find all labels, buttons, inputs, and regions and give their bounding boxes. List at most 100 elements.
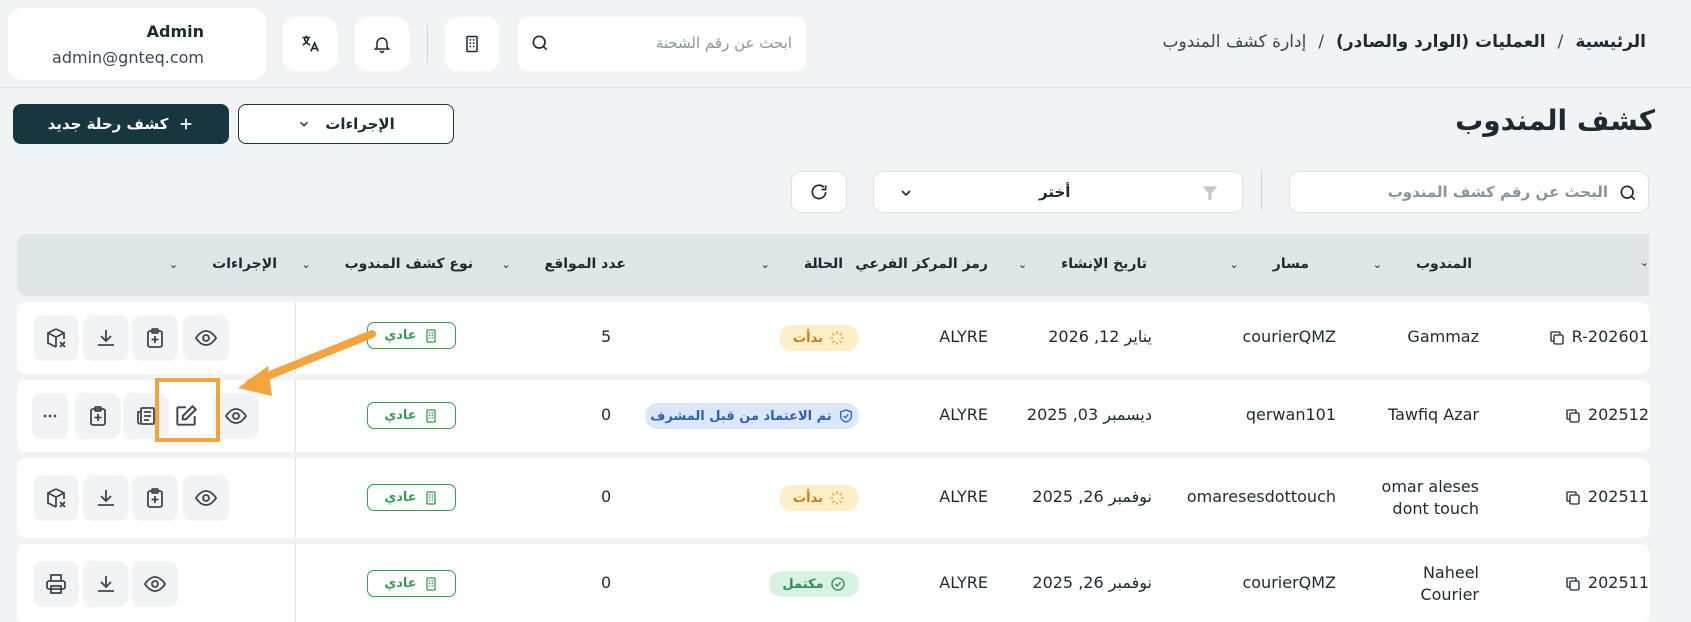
column-header-route[interactable]: مسار ⌄ [1230,256,1309,272]
building-icon [466,35,478,53]
copy-icon[interactable] [1548,329,1566,347]
chevron-down-icon [300,121,309,127]
type-badge: عادي [367,322,456,349]
building-icon [426,328,436,343]
eye-icon [194,490,218,506]
branch-code: ALYRE [939,487,988,506]
shipment-search-input[interactable]: ابحث عن رقم الشحنة [518,17,806,71]
language-button[interactable] [283,17,337,71]
shield-check-icon [839,409,852,423]
route: courierQMZ [1242,573,1336,592]
user-name: Admin [146,22,204,41]
route: courierQMZ [1242,327,1336,346]
column-header-created-date[interactable]: تاريخ الإنشاء ⌄ [1018,256,1147,272]
breadcrumb-home[interactable]: الرئيسية [1575,32,1646,52]
clipboard-add-button[interactable] [132,475,178,521]
highlight-box [155,378,220,442]
header-divider [427,25,428,63]
clipboard-plus-icon [147,328,163,348]
new-manifest-button[interactable]: كشف رحلة جديد [13,104,229,144]
download-button[interactable] [83,475,129,521]
table-header: ⌄ المندوب ⌄ مسار ⌄ تاريخ الإنشاء ⌄ رمز المر… [17,234,1649,296]
actions-label: الإجراءات [325,115,395,133]
table-row[interactable]: 202511 omar aleses dont touch omaresesdo… [17,458,1649,538]
print-button[interactable] [33,561,79,607]
spinner-icon [830,331,844,345]
table-row[interactable]: 202511 Naheel Courier courierQMZ نوفمبر … [17,544,1649,622]
page-title: كشف المندوب [1455,104,1655,137]
type-badge: عادي [367,484,456,511]
column-header-actions[interactable]: الإجراءات ⌄ [169,256,277,272]
status-badge: بدأت [779,325,859,351]
actions-dropdown-button[interactable]: الإجراءات [238,104,454,144]
type-badge: عادي [367,402,456,429]
breadcrumb: الرئيسية / العمليات (الوارد والصادر) / إ… [1162,32,1646,52]
eye-icon [224,408,248,424]
copy-icon[interactable] [1564,575,1582,593]
courier-name: Gammaz [1407,327,1479,346]
status-badge: تم الاعتماد من قبل المشرف [645,403,859,429]
column-header-id[interactable]: ⌄ [1640,256,1649,269]
top-bar: Admin admin@gnteq.com ابحث عن رقم الشحنة… [0,0,1691,88]
branch-code: ALYRE [939,327,988,346]
printer-icon [46,574,66,594]
created-date: نوفمبر 26, 2025 [1032,487,1152,506]
courier-name: Naheel Courier [1420,563,1479,604]
clipboard-add-button[interactable] [132,315,178,361]
status-badge: مكتمل [769,571,859,597]
package-x-icon [47,328,66,348]
column-header-status[interactable]: الحالة ⌄ [761,256,843,272]
column-header-sites-count[interactable]: عدد المواقع ⌄ [501,256,626,272]
manifest-search-input[interactable]: البحث عن رقم كشف المندوب [1289,171,1649,213]
sites-count: 0 [601,573,612,592]
company-button[interactable] [445,17,499,71]
view-button[interactable] [132,561,178,607]
download-button[interactable] [83,561,129,607]
notifications-button[interactable] [355,17,409,71]
column-header-manifest-type[interactable]: نوع كشف المندوب ⌄ [301,256,473,272]
download-button[interactable] [83,315,129,361]
refresh-button[interactable] [791,171,847,213]
copy-icon[interactable] [1564,489,1582,507]
type-badge: عادي [367,570,456,597]
filter-select-value: أختر [1039,183,1071,201]
more-horizontal-icon [43,414,57,418]
manifest-id[interactable]: R-202601 [1548,327,1649,347]
more-options-button[interactable] [32,393,68,439]
filter-divider [1261,171,1262,211]
download-icon [98,576,114,592]
manifest-id[interactable]: 202512 [1564,405,1649,425]
sites-count: 5 [601,327,612,346]
manifest-id[interactable]: 202511 [1564,573,1649,593]
branch-code: ALYRE [939,573,988,592]
table-row[interactable]: 202512 Tawfiq Azar qerwan101 ديسمبر 03, … [17,380,1649,452]
eye-icon [143,576,167,592]
manifest-id[interactable]: 202511 [1564,487,1649,507]
cancel-package-button[interactable] [33,315,79,361]
user-email: admin@gnteq.com [52,48,204,67]
courier-name: Tawfiq Azar [1387,405,1479,424]
view-button[interactable] [183,475,229,521]
breadcrumb-current: إدارة كشف المندوب [1162,32,1307,52]
clipboard-add-button[interactable] [75,393,121,439]
clipboard-plus-icon [90,406,106,426]
created-date: نوفمبر 26, 2025 [1032,573,1152,592]
user-card[interactable]: Admin admin@gnteq.com [8,8,266,80]
created-date: ديسمبر 03, 2025 [1026,405,1152,424]
plus-icon [181,118,192,130]
table-row[interactable]: R-202601 Gammaz courierQMZ يناير 12, 202… [17,302,1649,374]
view-button[interactable] [183,315,229,361]
column-header-courier[interactable]: المندوب ⌄ [1373,256,1472,272]
manifest-search-placeholder: البحث عن رقم كشف المندوب [1387,183,1608,201]
status-badge: بدأت [779,485,859,511]
route: omaresesdottouch [1186,487,1336,506]
breadcrumb-operations[interactable]: العمليات (الوارد والصادر) [1336,32,1546,52]
chevron-down-icon [901,190,911,197]
download-icon [98,330,114,346]
new-manifest-label: كشف رحلة جديد [47,115,169,133]
copy-icon[interactable] [1564,407,1582,425]
cancel-package-button[interactable] [33,475,79,521]
sites-count: 0 [601,405,612,424]
building-icon [426,576,436,591]
filter-select[interactable]: أختر [873,171,1243,213]
